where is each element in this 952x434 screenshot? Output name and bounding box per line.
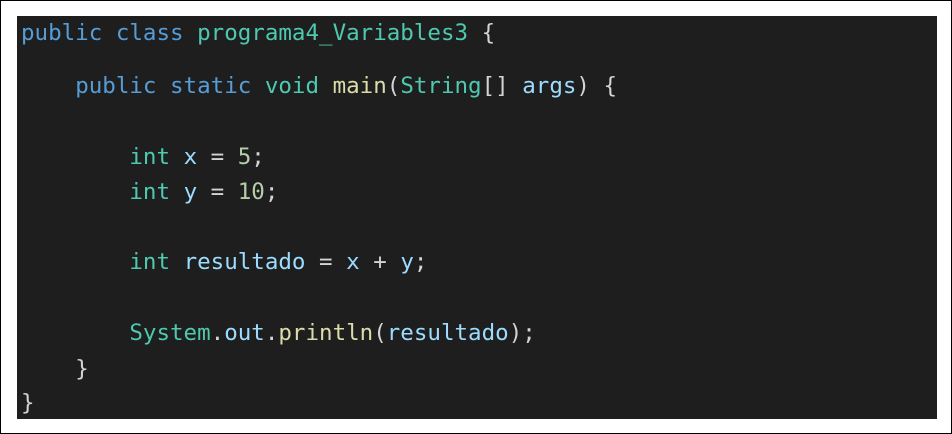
assign-operator: = <box>210 179 225 205</box>
semicolon: ; <box>413 249 428 275</box>
argument-resultado: resultado <box>386 320 509 346</box>
semicolon: ; <box>264 179 279 205</box>
code-line-class-close: } <box>21 388 35 418</box>
operand-x: x <box>346 249 360 275</box>
method-println: println <box>278 320 374 346</box>
semicolon: ; <box>251 144 265 170</box>
assign-operator: = <box>210 144 225 170</box>
keyword-class: class <box>115 20 184 46</box>
paren-open: ( <box>373 320 387 346</box>
brace-close: } <box>21 390 35 416</box>
keyword-int: int <box>129 144 171 170</box>
plus-operator: + <box>373 249 387 275</box>
dot: . <box>264 320 279 346</box>
dot: . <box>210 320 225 346</box>
code-line-method-close: } <box>21 354 89 384</box>
paren-close-brace: ) { <box>576 73 618 99</box>
array-brackets: [] <box>481 73 509 99</box>
operand-y: y <box>400 249 414 275</box>
code-line-main-method: public static void main(String[] args) { <box>21 71 617 101</box>
variable-x: x <box>183 144 198 170</box>
param-args: args <box>522 73 577 99</box>
variable-resultado: resultado <box>183 249 306 275</box>
variable-y: y <box>183 179 198 205</box>
code-line-int-x: int x = 5; <box>21 142 265 172</box>
brace-close: } <box>75 356 89 382</box>
keyword-static: static <box>170 73 252 99</box>
class-name: programa4_Variables3 <box>197 20 469 46</box>
number-literal: 10 <box>237 179 265 205</box>
paren-close-semicolon: ); <box>508 320 536 346</box>
keyword-void: void <box>264 73 320 99</box>
type-string: String <box>400 73 482 99</box>
keyword-public: public <box>75 73 157 99</box>
keyword-int: int <box>129 249 171 275</box>
class-system: System <box>129 320 211 346</box>
screenshot-frame: public class programa4_Variables3 { publ… <box>0 0 952 434</box>
field-out: out <box>224 320 265 346</box>
brace-open: { <box>481 20 496 46</box>
code-editor[interactable]: public class programa4_Variables3 { publ… <box>17 16 937 419</box>
keyword-int: int <box>129 179 171 205</box>
code-line-int-resultado: int resultado = x + y; <box>21 247 427 277</box>
keyword-public: public <box>21 20 103 46</box>
number-literal: 5 <box>237 144 252 170</box>
method-name-main: main <box>332 73 387 99</box>
code-line-println: System.out.println(resultado); <box>21 318 536 348</box>
code-line-int-y: int y = 10; <box>21 177 278 207</box>
assign-operator: = <box>319 249 333 275</box>
code-line-class-declaration: public class programa4_Variables3 { <box>21 18 495 48</box>
paren-open: ( <box>386 73 401 99</box>
